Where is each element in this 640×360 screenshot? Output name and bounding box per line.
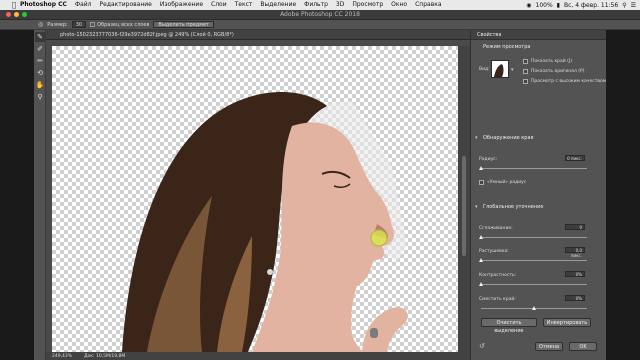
high-quality-label: Просмотр с высоким качеством — [531, 79, 607, 84]
menu-help[interactable]: Справка — [411, 0, 445, 10]
smart-radius-label: «Умный» радиус — [487, 180, 527, 185]
hand-shape — [362, 307, 408, 352]
radius-slider-knob[interactable] — [479, 166, 483, 170]
menu-app[interactable]: Photoshop CC — [16, 0, 71, 10]
window-title: Adobe Photoshop CC 2018 — [0, 10, 640, 20]
edge-detection-title: Обнаружение края — [483, 135, 534, 141]
invert-button[interactable]: Инвертировать — [543, 318, 591, 327]
radius-slider[interactable] — [479, 166, 587, 170]
lasso-tool-icon[interactable]: ⟲ — [35, 68, 45, 78]
menu-text[interactable]: Текст — [231, 0, 257, 10]
minimize-window-button[interactable] — [14, 12, 19, 17]
size-label: Размер: — [47, 21, 68, 28]
image-canvas[interactable] — [52, 46, 458, 352]
smooth-slider-knob[interactable] — [479, 235, 483, 239]
view-thumbnail[interactable] — [491, 60, 509, 78]
search-icon[interactable]: ⚲ — [622, 2, 626, 9]
clock[interactable]: Вс, 4 февр. 11:56 — [564, 2, 618, 9]
brush-tool-icon[interactable]: ✏ — [35, 56, 45, 66]
battery-icon[interactable]: ▮ — [557, 2, 560, 9]
doc-info[interactable]: Док: 10,5M/19,8M — [84, 354, 125, 359]
view-label: Вид: — [479, 67, 490, 72]
menu-image[interactable]: Изображение — [156, 0, 207, 10]
ok-button[interactable]: OK — [569, 342, 597, 351]
contrast-label: Контрастность: — [479, 273, 517, 278]
wifi-icon[interactable]: ◉ — [526, 2, 531, 9]
quick-selection-tool-icon[interactable]: ✎ — [35, 32, 45, 42]
close-window-button[interactable] — [6, 12, 11, 17]
menu-edit[interactable]: Редактирование — [96, 0, 156, 10]
window-controls — [6, 12, 27, 17]
view-dropdown-icon[interactable]: ▾ — [511, 67, 514, 73]
battery-label[interactable]: 100% — [536, 2, 553, 9]
menu-layers[interactable]: Слои — [207, 0, 231, 10]
smooth-field[interactable]: 0 — [565, 224, 585, 230]
tools-panel: ✎ ✐ ✏ ⟲ ✋ ⚲ — [34, 30, 46, 360]
menu-3d[interactable]: 3D — [332, 0, 348, 10]
global-refine-chevron-icon[interactable]: ▾ — [475, 204, 478, 210]
show-original-checkbox[interactable] — [523, 69, 528, 74]
shift-edge-slider-knob[interactable] — [532, 306, 536, 310]
right-backdrop — [606, 30, 640, 360]
shift-edge-label: Сместить край: — [479, 297, 516, 302]
status-bar: 249,43% Док: 10,5M/19,8M — [46, 352, 470, 360]
properties-panel: Свойства Режим просмотра Вид: ▾ Показать… — [470, 30, 606, 360]
show-original-label: Показать оригинал (P) — [531, 69, 585, 74]
smooth-slider[interactable] — [479, 235, 587, 239]
photoshop-screen:  Photoshop CC Файл Редактирование Изобр… — [0, 0, 640, 360]
shift-edge-slider[interactable] — [481, 306, 587, 310]
menu-select[interactable]: Выделение — [256, 0, 300, 10]
hand-tool-icon[interactable]: ✋ — [35, 80, 45, 90]
show-edge-label: Показать край (J) — [531, 59, 572, 64]
menu-file[interactable]: Файл — [71, 0, 96, 10]
reset-icon[interactable]: ↺ — [479, 342, 485, 350]
portrait-image — [122, 92, 408, 352]
earring — [267, 269, 273, 275]
smooth-label: Сглаживание: — [479, 226, 513, 231]
smart-radius-checkbox[interactable] — [479, 180, 484, 185]
contrast-slider[interactable] — [479, 282, 587, 286]
mac-menubar:  Photoshop CC Файл Редактирование Изобр… — [0, 0, 640, 10]
show-edge-checkbox[interactable] — [523, 59, 528, 64]
zoom-tool-icon[interactable]: ⚲ — [35, 92, 45, 102]
radius-field[interactable]: 0 пикс. — [565, 155, 585, 161]
document-tab-title: photo-1502323777036-f29e3972d82f.jpeg @ … — [60, 32, 234, 38]
select-subject-button[interactable]: Выделить предмет — [153, 21, 214, 28]
menu-filter[interactable]: Фильтр — [300, 0, 332, 10]
high-quality-checkbox[interactable] — [523, 79, 528, 84]
radius-label: Радиус: — [479, 157, 498, 162]
contrast-slider-knob[interactable] — [479, 282, 483, 286]
left-backdrop — [0, 30, 34, 360]
panel-tab-properties[interactable]: Свойства — [471, 30, 606, 40]
document-tab[interactable]: photo-1502323777036-f29e3972d82f.jpeg @ … — [46, 30, 470, 40]
view-mode-title: Режим просмотра — [483, 44, 531, 50]
scrollbar-thumb[interactable] — [462, 156, 466, 256]
shift-edge-field[interactable]: 0% — [565, 295, 585, 301]
fingernail — [370, 328, 378, 338]
brush-preset-icon[interactable]: ◎ — [38, 21, 43, 28]
feather-field[interactable]: 0,0 пикс. — [565, 247, 585, 258]
edge-detection-chevron-icon[interactable]: ▾ — [475, 135, 478, 141]
options-bar: ◎ Размер: 30 Образец всех слоев Выделить… — [0, 20, 640, 30]
canvas-scrollbar[interactable] — [458, 46, 470, 352]
menu-window[interactable]: Окно — [387, 0, 411, 10]
view-thumbnail-image — [492, 61, 508, 77]
global-refine-title: Глобальное уточнение — [483, 204, 544, 210]
menu-list-icon[interactable]: ☰ — [631, 2, 636, 9]
apple-icon[interactable]:  — [0, 0, 16, 10]
sample-all-layers-label: Образец всех слоев — [97, 21, 150, 28]
menu-view[interactable]: Просмотр — [348, 0, 387, 10]
contrast-field[interactable]: 0% — [565, 271, 585, 277]
sample-all-layers-checkbox[interactable] — [90, 21, 96, 27]
clear-selection-button[interactable]: Очистить выделение — [481, 318, 537, 334]
zoom-window-button[interactable] — [22, 12, 27, 17]
refine-edge-brush-icon[interactable]: ✐ — [35, 44, 45, 54]
zoom-level[interactable]: 249,43% — [52, 354, 72, 359]
feather-label: Растушевка: — [479, 249, 509, 254]
cancel-button[interactable]: Отмена — [535, 342, 563, 351]
feather-slider-knob[interactable] — [479, 258, 483, 262]
size-field[interactable]: 30 — [71, 21, 87, 28]
feather-slider[interactable] — [479, 258, 587, 262]
